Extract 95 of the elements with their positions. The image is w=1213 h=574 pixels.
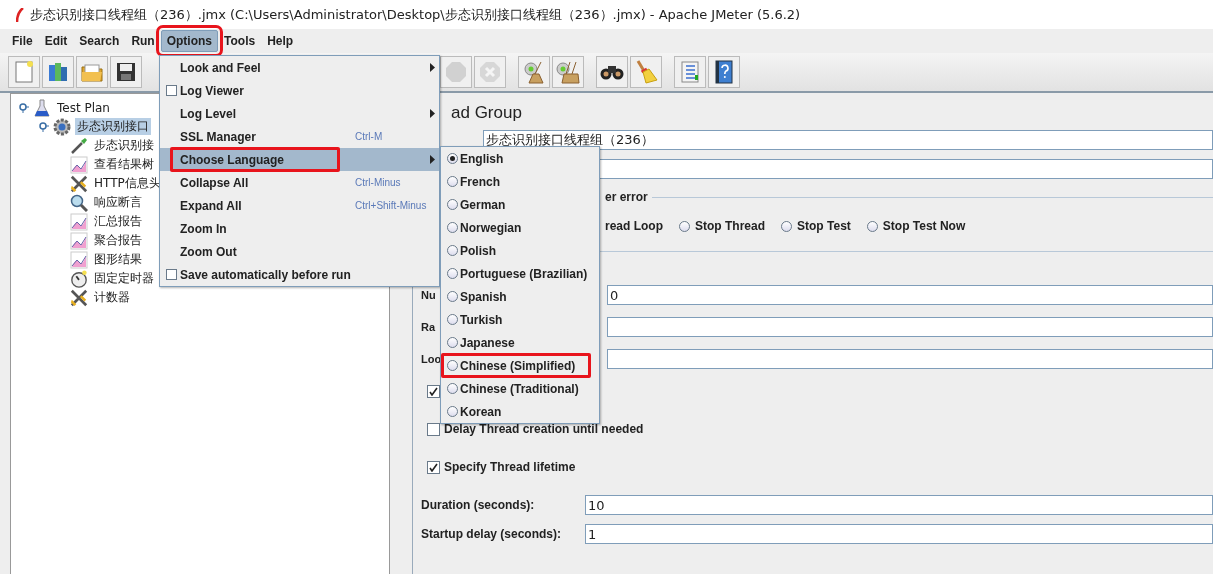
flask-icon [34,98,50,117]
tree-item[interactable]: 步态识别接口 [75,118,151,135]
tree-item[interactable]: 固定定时器 [92,270,156,287]
window-title: 步态识别接口线程组（236）.jmx (C:\Users\Administrator\Desktop\步态识别接口线程组（236）.jmx) - Apache JMeter (5.6.2) [30,5,801,24]
tools-icon [70,287,88,308]
field-label: Ra [421,321,436,333]
checkbox[interactable] [166,269,177,280]
gear-broom-icon [523,60,545,84]
radio-label: read Loop [605,219,663,233]
broom-icon [634,60,658,84]
graph-icon [70,155,88,174]
radio-button[interactable]: Stop Test [781,219,851,233]
expanded-handle-icon[interactable] [19,102,29,113]
tree-item[interactable]: 汇总报告 [92,213,144,230]
section-label: er error [605,190,648,204]
pipette-icon [70,136,88,155]
shortcut-label: Ctrl-M [355,131,383,142]
expanded-handle-icon[interactable] [39,121,49,132]
shortcut-label: Ctrl+Shift-Minus [355,200,427,211]
menu-item[interactable]: Portuguese (Brazilian) [441,262,599,285]
menu-item[interactable]: French [441,170,599,193]
menu-item[interactable]: File [6,30,39,52]
field-label: Nu [421,289,436,301]
stopwatch-icon [70,268,88,289]
menu-item[interactable]: Save automatically before run [160,263,439,286]
menu-item[interactable]: Turkish [441,308,599,331]
books-icon [47,61,69,83]
checkbox[interactable] [166,85,177,96]
graph-icon [70,212,88,231]
menu-item[interactable]: Spanish [441,285,599,308]
toolbar-button[interactable] [110,56,142,88]
checkbox[interactable] [427,384,440,398]
toolbar-button[interactable] [708,56,740,88]
tree-item[interactable]: 计数器 [92,289,132,306]
menu-item[interactable]: Log Level [160,102,439,125]
input-field[interactable]: 10 [585,495,1213,515]
gear-icon [53,117,71,136]
folder-icon [81,62,103,82]
name-field[interactable]: 步态识别接口线程组（236） [483,130,1213,150]
menu-item[interactable]: Zoom In [160,217,439,240]
panel-title: ad Group [451,103,522,122]
tree-item[interactable]: 查看结果树 [92,156,156,173]
menu-item[interactable]: Tools [218,30,262,52]
tools-icon [70,173,88,194]
menu-item[interactable]: Zoom Out [160,240,439,263]
binoculars-icon [600,63,624,81]
toolbar-button[interactable] [596,56,628,88]
tree-item[interactable]: Test Plan [55,100,112,115]
magnifier-icon [70,193,88,212]
menu-item[interactable]: Korean [441,400,599,423]
shortcut-label: Ctrl-Minus [355,177,401,188]
input-field[interactable]: 0 [607,285,1213,305]
feather-icon [16,7,24,22]
graph-icon [70,250,88,269]
field-label: Startup delay (seconds): [421,527,563,541]
menu-item[interactable]: Search [73,30,126,52]
menu-item[interactable]: SSL Manager Ctrl-M [160,125,439,148]
stop-sign-icon [445,61,467,83]
menu-item[interactable]: Help [261,30,300,52]
checkbox-label: Delay Thread creation until needed [444,422,644,436]
menu-item[interactable]: Edit [38,30,74,52]
menu-item[interactable]: Run [125,30,161,52]
menu-item[interactable]: German [441,193,599,216]
checkbox[interactable] [427,422,440,436]
graph-icon [70,231,88,250]
input-field[interactable]: 1 [585,524,1213,544]
new-document-icon [14,61,34,83]
submenu-arrow-icon [430,155,435,164]
field-label: Loo [421,353,442,365]
menu-item[interactable]: Expand All Ctrl+Shift-Minus [160,194,439,217]
radio-button[interactable]: Stop Test Now [866,219,966,233]
tree-item[interactable]: 聚合报告 [92,232,144,249]
menu-item[interactable]: Choose Language [160,148,439,171]
gear-brooms-icon [556,60,580,84]
menu-item[interactable]: English [441,147,599,170]
tree-item[interactable]: 响应断言 [92,194,144,211]
radio-button[interactable]: Stop Thread [679,219,766,233]
tree-item[interactable]: 步态识别接 [92,137,156,154]
field-label: Duration (seconds): [421,498,536,512]
help-book-icon [714,60,734,84]
menu-item[interactable]: Japanese [441,331,599,354]
checkbox-label: Specify Thread lifetime [444,460,576,474]
menu-item[interactable]: Log Viewer [160,79,439,102]
list-document-icon [680,61,700,83]
submenu-arrow-icon [430,63,435,72]
input-field[interactable] [607,317,1213,337]
menu-item[interactable]: Chinese (Traditional) [441,377,599,400]
checkbox[interactable] [427,460,440,474]
menu-item[interactable]: Norwegian [441,216,599,239]
menu-item[interactable]: Polish [441,239,599,262]
tree-item[interactable]: 图形结果 [92,251,144,268]
submenu-arrow-icon [430,109,435,118]
menu-item[interactable]: Look and Feel [160,56,439,79]
menu-item[interactable]: Collapse All Ctrl-Minus [160,171,439,194]
input-field[interactable] [607,349,1213,369]
